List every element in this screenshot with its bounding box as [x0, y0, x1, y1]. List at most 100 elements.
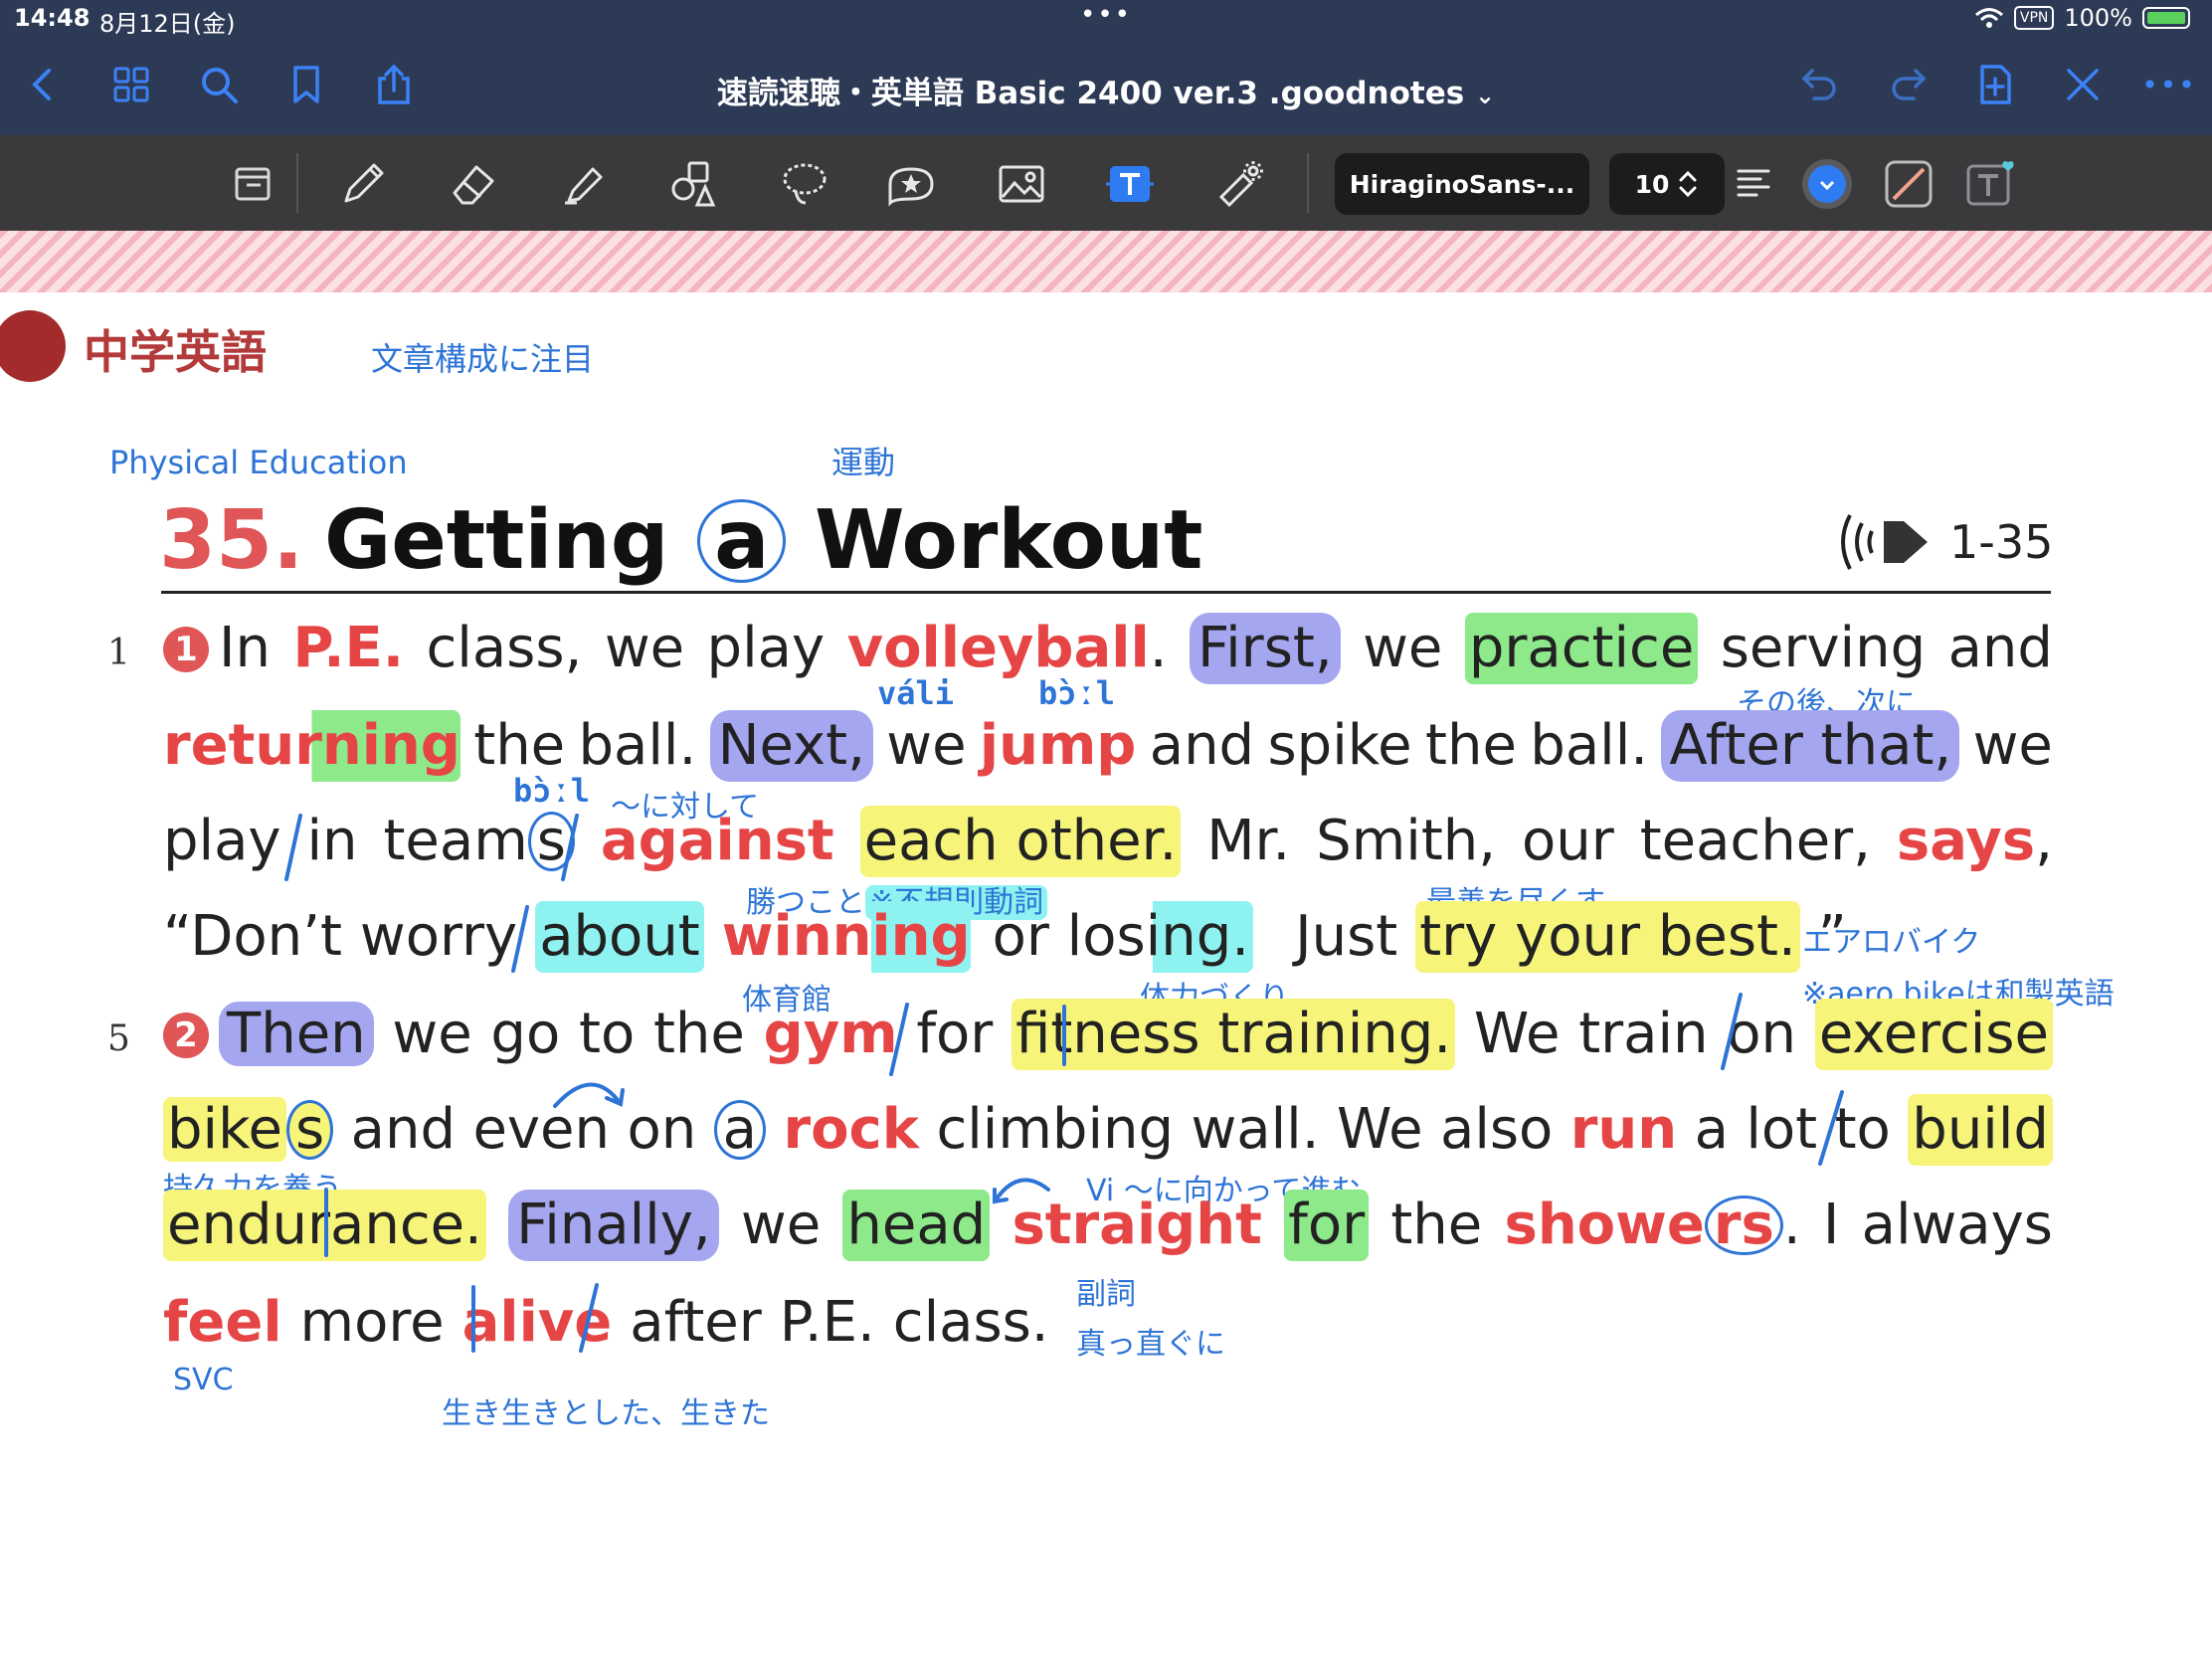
add-page-button[interactable] [1970, 60, 2020, 109]
more-button[interactable]: ••• [2141, 60, 2195, 109]
text-color-button[interactable] [1798, 155, 1856, 213]
highlighter-tool[interactable] [555, 155, 613, 213]
word: and [350, 1097, 456, 1162]
title-word: Workout [814, 493, 1203, 588]
text-style-button[interactable] [1961, 155, 2019, 213]
text-line-3: play in team s against each other. Mr. Sm… [163, 806, 2053, 877]
circled-letter: s [527, 812, 575, 871]
para-number: 2 [163, 1013, 209, 1058]
para-2: 2 Then [163, 999, 374, 1070]
annotation-bol-2: bɔ̀ːl [513, 772, 591, 810]
text-line-8: feel more alive after P.E. class. [163, 1287, 2053, 1359]
annotation-alive: 生き生きとした、生きた [442, 1396, 770, 1431]
add-page-icon [1980, 65, 2011, 104]
word-group: team s [383, 806, 575, 877]
circled-letter: s [286, 1100, 334, 1160]
elements-tool[interactable] [882, 155, 940, 213]
word: worry [359, 904, 518, 969]
font-name: HiraginoSans-... [1349, 169, 1575, 199]
word-red: showe [1504, 1193, 1705, 1257]
word-group: showe rs. [1504, 1190, 1800, 1261]
word-red: winning [721, 901, 971, 973]
highlight-purple: After that, [1661, 710, 1960, 782]
highlight-green: head [842, 1190, 991, 1261]
text-align-button[interactable] [1725, 155, 1782, 213]
word: P.E. [779, 1290, 875, 1355]
text-line-2: returning the ball. Next, we jump and sp… [163, 710, 2053, 782]
read-mode-icon [235, 167, 271, 201]
word: class. [892, 1290, 1049, 1355]
eraser-tool[interactable] [445, 155, 502, 213]
font-selector[interactable]: HiraginoSans-... [1335, 153, 1589, 215]
annotation-bol: bɔ̀ːl [1038, 674, 1116, 712]
highlight-yellow: endurance. [163, 1190, 486, 1261]
highlight-purple: Finally, [508, 1190, 719, 1261]
word: we [604, 616, 685, 680]
stepper-chevrons-icon [1679, 170, 1697, 198]
para-1: 1 In [163, 613, 271, 684]
tool-separator [296, 153, 298, 213]
lesson-title: Getting a Workout [324, 493, 1203, 588]
read-only-mode-button[interactable] [225, 155, 282, 213]
word-red: says [1896, 809, 2036, 873]
word-red: gym [763, 1002, 898, 1066]
word-red: against [600, 809, 834, 873]
document-title[interactable]: 速読速聴・英単語 Basic 2400 ver.3 .goodnotes ⌄ [0, 68, 2212, 112]
word-red: returning [163, 710, 461, 782]
pen-cross-icon [2067, 69, 2099, 100]
lasso-tool[interactable] [776, 155, 833, 213]
word: in [306, 809, 358, 873]
word: We [1337, 1097, 1423, 1162]
word-red: volleyball [846, 616, 1150, 680]
undo-button[interactable] [1795, 60, 1845, 109]
word-group: says, [1897, 806, 2053, 877]
word: also [1440, 1097, 1554, 1162]
laser-pointer-tool[interactable] [1211, 155, 1269, 213]
battery-icon [2142, 7, 2190, 29]
pen-tool[interactable] [334, 155, 392, 213]
shapes-tool[interactable] [665, 155, 723, 213]
word-red: straight [1012, 1193, 1262, 1257]
text-line-4: “Don’t worry about winning or losing. Ju… [163, 901, 2053, 973]
text-box-icon [1106, 166, 1154, 202]
text-line-6: bike s and even on a rock climbing wall. … [163, 1094, 2053, 1166]
word: Mr. [1206, 809, 1291, 873]
tools-toggle-button[interactable] [2058, 60, 2108, 109]
top-bar: 14:48 8月12日(金) ••• VPN 100% 速読速聴・英単語 Bas… [0, 0, 2212, 135]
word: climbing [936, 1097, 1175, 1162]
word: Smith, [1316, 809, 1497, 873]
highlight-yellow: exercise [1814, 999, 2053, 1070]
word: on [1727, 1002, 1797, 1066]
word: after [630, 1290, 762, 1355]
chevron-down-icon: ⌄ [1475, 82, 1496, 109]
document-title-text: 速読速聴・英単語 Basic 2400 ver.3 .goodnotes [716, 76, 1465, 111]
word: “Don’t [163, 904, 342, 969]
circled-letters: rs [1704, 1196, 1783, 1255]
circled-word: a [713, 1100, 766, 1160]
fill-color-button[interactable] [1880, 155, 1937, 213]
font-size-selector[interactable]: 10 [1609, 153, 1725, 215]
highlight-green: for [1284, 1190, 1370, 1261]
redo-button[interactable] [1883, 60, 1933, 109]
lesson-number: 35. [159, 493, 304, 588]
title-word: Getting [324, 493, 669, 588]
text-style-icon [1966, 161, 2014, 206]
audio-track[interactable]: 1-35 [1832, 507, 2053, 577]
highlight-yellow: build [1908, 1094, 2053, 1166]
word-red: jump [979, 713, 1137, 778]
multitask-dots[interactable]: ••• [1080, 0, 1132, 30]
word: we [1363, 616, 1443, 680]
align-left-icon [1737, 169, 1770, 197]
image-icon [999, 165, 1044, 203]
highlight-yellow: bike [163, 1097, 286, 1162]
word: we [1972, 713, 2053, 778]
page-top-stripe [0, 231, 2212, 292]
undo-icon [1801, 69, 1836, 100]
annotation-structure: 文章構成に注目 [371, 340, 595, 378]
word: to [1834, 1097, 1891, 1162]
word-red: run [1569, 1097, 1678, 1162]
text-tool[interactable] [1101, 155, 1159, 213]
word: our [1521, 809, 1614, 873]
highlight-cyan: about [535, 901, 704, 973]
image-tool[interactable] [993, 155, 1050, 213]
